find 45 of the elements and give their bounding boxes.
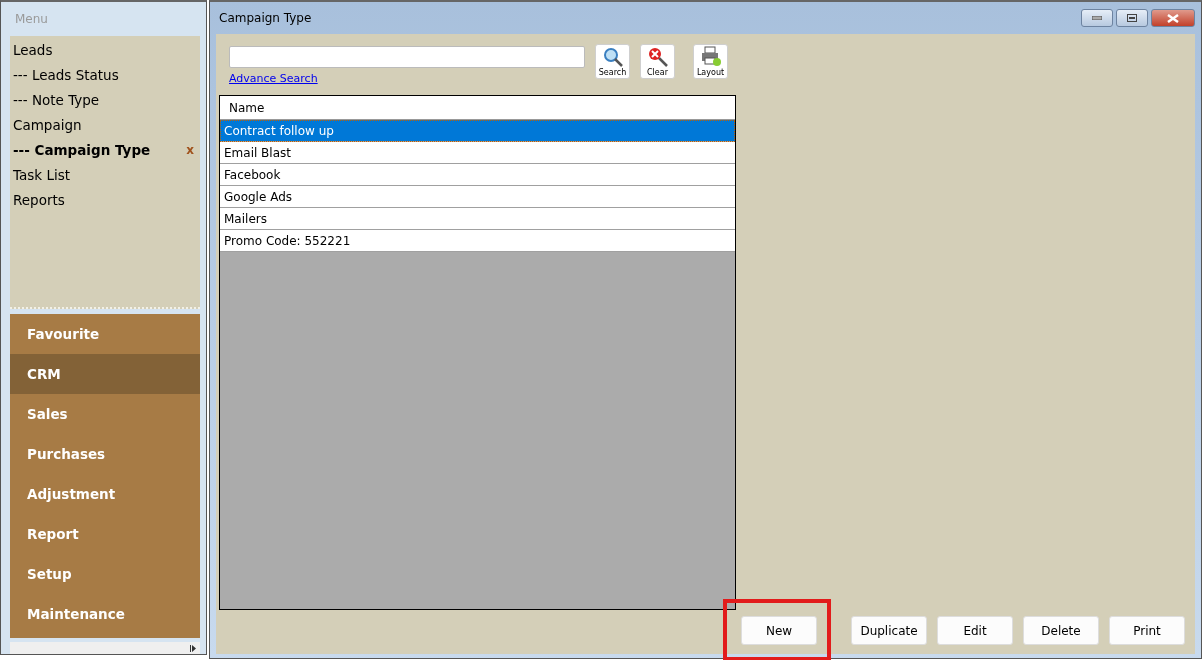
module-nav-item[interactable]: Maintenance <box>10 593 200 634</box>
module-nav-item[interactable]: CRM <box>10 353 200 394</box>
action-button[interactable]: Print <box>1109 616 1185 645</box>
restore-icon <box>1127 14 1137 22</box>
module-nav-item[interactable]: Setup <box>10 553 200 594</box>
menu-item[interactable]: Leads <box>10 37 200 63</box>
action-button[interactable]: New <box>741 616 817 645</box>
close-button[interactable] <box>1151 9 1195 27</box>
table-row[interactable]: Contract follow up <box>220 120 735 142</box>
search-icon <box>601 46 624 68</box>
table-row[interactable]: Facebook <box>220 164 735 186</box>
table-row[interactable]: Google Ads <box>220 186 735 208</box>
search-button[interactable]: Search <box>595 44 630 79</box>
menu-item[interactable]: --- Campaign Type x <box>10 137 200 163</box>
minimize-icon <box>1092 16 1102 20</box>
table-row[interactable]: Promo Code: 552221 <box>220 230 735 252</box>
window-title: Campaign Type <box>218 11 312 25</box>
scroll-arrow-icon[interactable] <box>190 644 196 652</box>
clear-button[interactable]: Clear <box>640 44 675 79</box>
layout-button[interactable]: Layout <box>693 44 728 79</box>
column-header[interactable]: Name <box>220 96 735 120</box>
menu-item[interactable]: Task List <box>10 162 200 188</box>
menu-item[interactable]: Campaign <box>10 112 200 138</box>
table-row[interactable]: Mailers <box>220 208 735 230</box>
table-row[interactable]: Email Blast <box>220 142 735 164</box>
action-button[interactable]: Delete <box>1023 616 1099 645</box>
clear-icon <box>646 46 669 68</box>
module-nav-item[interactable]: Adjustment <box>10 473 200 514</box>
action-button[interactable]: Edit <box>937 616 1013 645</box>
module-nav-item[interactable]: Sales <box>10 393 200 434</box>
menu-item[interactable]: --- Leads Status <box>10 62 200 88</box>
menu-title: Menu <box>14 11 49 28</box>
module-nav-item[interactable]: Purchases <box>10 433 200 474</box>
close-icon <box>1167 13 1179 23</box>
module-nav-item[interactable]: Favourite <box>10 313 200 354</box>
horizontal-scrollbar[interactable] <box>10 642 200 654</box>
module-nav-item[interactable]: Report <box>10 513 200 554</box>
restore-button[interactable] <box>1116 9 1148 27</box>
advance-search-link[interactable]: Advance Search <box>229 72 585 85</box>
action-button[interactable]: Duplicate <box>851 616 927 645</box>
close-tab-icon[interactable]: x <box>186 143 194 158</box>
search-field[interactable] <box>229 46 585 68</box>
menu-item[interactable]: --- Note Type <box>10 87 200 113</box>
printer-icon <box>699 46 722 68</box>
menu-item[interactable]: Reports <box>10 187 200 213</box>
